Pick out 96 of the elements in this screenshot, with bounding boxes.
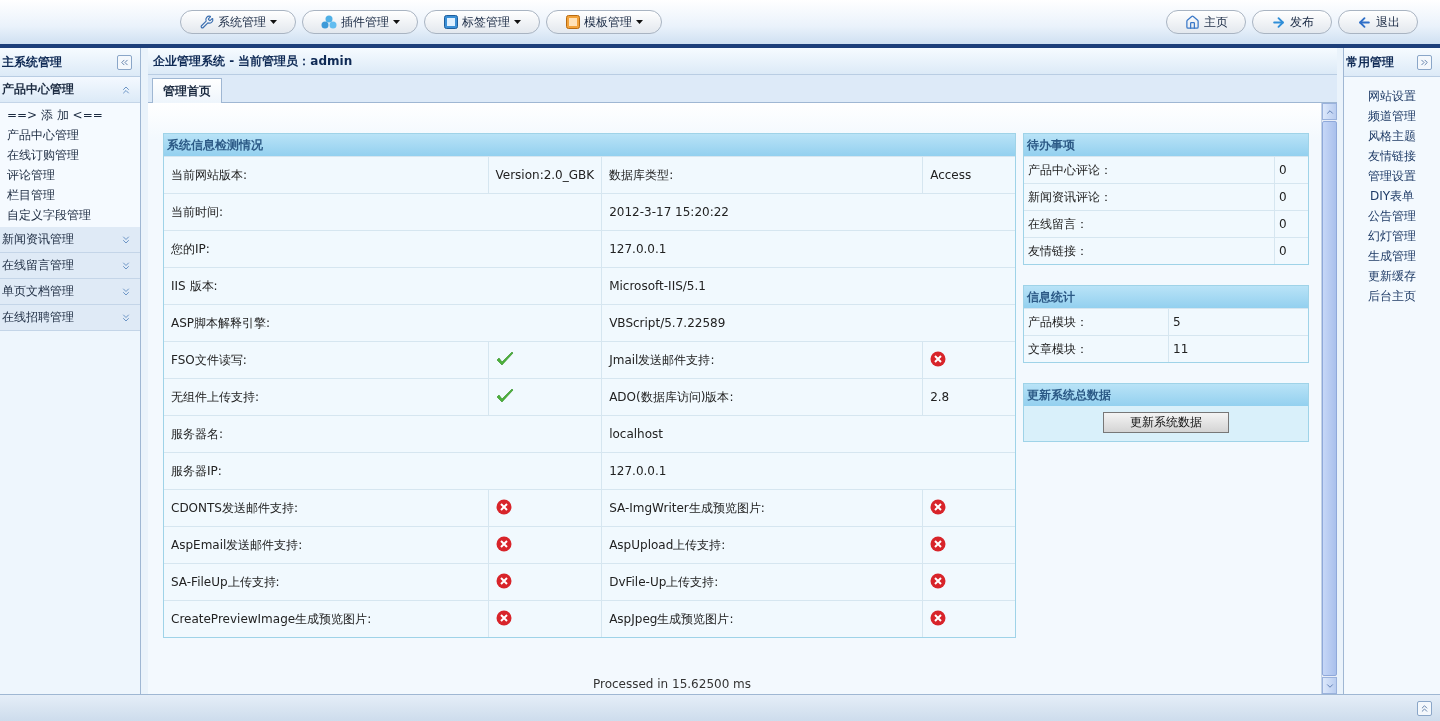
table-cell: SA-ImgWriter生成预览图片:	[609, 500, 765, 515]
table-cell: 0	[1279, 244, 1287, 258]
table-cell: 无组件上传支持:	[171, 389, 260, 404]
action-button[interactable]: 退出	[1338, 10, 1418, 34]
sidebar-item[interactable]: 在线订购管理	[0, 145, 86, 165]
tab[interactable]: 管理首页	[152, 78, 222, 103]
expand-icon	[120, 285, 132, 298]
home-icon	[1184, 14, 1200, 30]
table-cell: DvFile-Up上传支持:	[609, 574, 719, 589]
table-cell: 产品中心评论：	[1028, 162, 1112, 177]
scrollbar[interactable]	[1321, 103, 1337, 694]
menu-button[interactable]: 模板管理	[546, 10, 662, 34]
footer-text: Processed in 15.62500 ms	[592, 677, 752, 691]
sidebar-link[interactable]: 后台主页	[1368, 286, 1416, 306]
sidebar-link[interactable]: 公告管理	[1368, 206, 1416, 226]
table-cell: 友情链接：	[1028, 243, 1088, 258]
table-cell: 127.0.0.1	[609, 242, 667, 256]
sidebar-link[interactable]: 风格主题	[1368, 126, 1416, 146]
table-cell: SA-FileUp上传支持:	[171, 574, 280, 589]
update-button[interactable]: 更新系统数据	[1103, 412, 1229, 433]
sidebar-group[interactable]: 单页文档管理	[0, 279, 140, 305]
table-cell: IIS 版本:	[171, 278, 218, 293]
sidebar-link[interactable]: 友情链接	[1368, 146, 1416, 166]
menu-button[interactable]: 插件管理	[302, 10, 418, 34]
table-cell: Version:2.0_GBK	[495, 168, 595, 182]
table-cell: localhost	[609, 427, 664, 441]
table-cell: 11	[1173, 342, 1189, 356]
menu-button[interactable]: 系统管理	[180, 10, 296, 34]
table-cell: ADO(数据库访问)版本:	[609, 389, 734, 404]
sidebar-title: 常用管理	[1346, 53, 1394, 71]
table-cell: 2.8	[930, 390, 950, 404]
collapse-icon[interactable]	[1417, 54, 1432, 70]
caret-icon	[269, 20, 277, 24]
collapse-icon[interactable]	[117, 54, 132, 70]
table-cell: Jmail发送邮件支持:	[609, 352, 715, 367]
table-cell: VBScript/5.7.22589	[609, 316, 726, 330]
sidebar-link[interactable]: 更新缓存	[1368, 266, 1416, 286]
caret-icon	[392, 20, 400, 24]
table-cell: FSO文件读写:	[171, 352, 247, 367]
table-cell: 产品模块：	[1028, 314, 1088, 329]
sidebar-group[interactable]: 产品中心管理	[0, 77, 140, 103]
sidebar-link[interactable]: 生成管理	[1368, 246, 1416, 266]
fan-icon	[320, 15, 337, 29]
panel-title: 信息统计	[1024, 286, 1308, 308]
table-cell: 0	[1279, 190, 1287, 204]
table-cell: 127.0.0.1	[609, 464, 667, 478]
expand-icon	[120, 233, 132, 246]
table-cell: 数据库类型:	[609, 167, 674, 182]
table-cell: 新闻资讯评论：	[1028, 189, 1112, 204]
expand-up-icon[interactable]	[1417, 700, 1432, 716]
table-cell: Access	[930, 168, 972, 182]
sidebar-item[interactable]: 自定义字段管理	[0, 205, 98, 225]
sidebar-item[interactable]: 栏目管理	[0, 185, 62, 205]
table-cell: 服务器名:	[171, 426, 224, 441]
sidebar-item[interactable]: 评论管理	[0, 165, 62, 185]
table-cell: 您的IP:	[171, 241, 210, 256]
table-cell: 当前网站版本:	[171, 167, 248, 182]
table-cell: AspUpload上传支持:	[609, 537, 726, 552]
sidebar-link[interactable]: DIY表单	[1369, 186, 1415, 206]
sidebar-link[interactable]: 频道管理	[1368, 106, 1416, 126]
sidebar-group[interactable]: 在线招聘管理	[0, 305, 140, 331]
sidebar-link[interactable]: 幻灯管理	[1368, 226, 1416, 246]
action-button[interactable]: 发布	[1252, 10, 1332, 34]
sidebar-item[interactable]: ==> 添 加 <==	[0, 105, 110, 125]
sidebar-group[interactable]: 在线留言管理	[0, 253, 140, 279]
table-cell: ASP脚本解释引擎:	[171, 315, 271, 330]
table-cell: 服务器IP:	[171, 463, 222, 478]
tools-icon	[199, 15, 214, 29]
panel-title: 系统信息检测情况	[164, 134, 1015, 156]
table-cell: 文章模块：	[1028, 341, 1088, 356]
sidebar-item[interactable]: 产品中心管理	[0, 125, 86, 145]
panel-title: 更新系统总数据	[1024, 384, 1308, 406]
table-cell: 0	[1279, 163, 1287, 177]
caret-icon	[635, 20, 643, 24]
arrow-right-icon	[1270, 14, 1286, 30]
caret-icon	[513, 20, 521, 24]
table-cell: CreatePreviewImage生成预览图片:	[171, 611, 372, 626]
expand-icon	[120, 311, 132, 324]
action-button[interactable]: 主页	[1166, 10, 1246, 34]
sidebar-link[interactable]: 管理设置	[1368, 166, 1416, 186]
table-cell: AspEmail发送邮件支持:	[171, 537, 303, 552]
panel-title: 待办事项	[1024, 134, 1308, 156]
page-title: 企业管理系统 - 当前管理员：admin	[153, 52, 353, 70]
expand-icon	[120, 259, 132, 272]
table-cell: Microsoft-IIS/5.1	[609, 279, 706, 293]
table-cell: 2012-3-17 15:20:22	[609, 205, 729, 219]
table-cell: 当前时间:	[171, 204, 224, 219]
sidebar-group[interactable]: 新闻资讯管理	[0, 227, 140, 253]
sidebar-link[interactable]: 网站设置	[1368, 86, 1416, 106]
table-cell: AspJpeg生成预览图片:	[609, 611, 734, 626]
sidebar-title: 主系统管理	[2, 53, 62, 71]
table-cell: CDONTS发送邮件支持:	[171, 500, 299, 515]
table-cell: 0	[1279, 217, 1287, 231]
menu-button[interactable]: 标签管理	[424, 10, 540, 34]
table-cell: 在线留言：	[1028, 216, 1088, 231]
table-cell: 5	[1173, 315, 1181, 329]
